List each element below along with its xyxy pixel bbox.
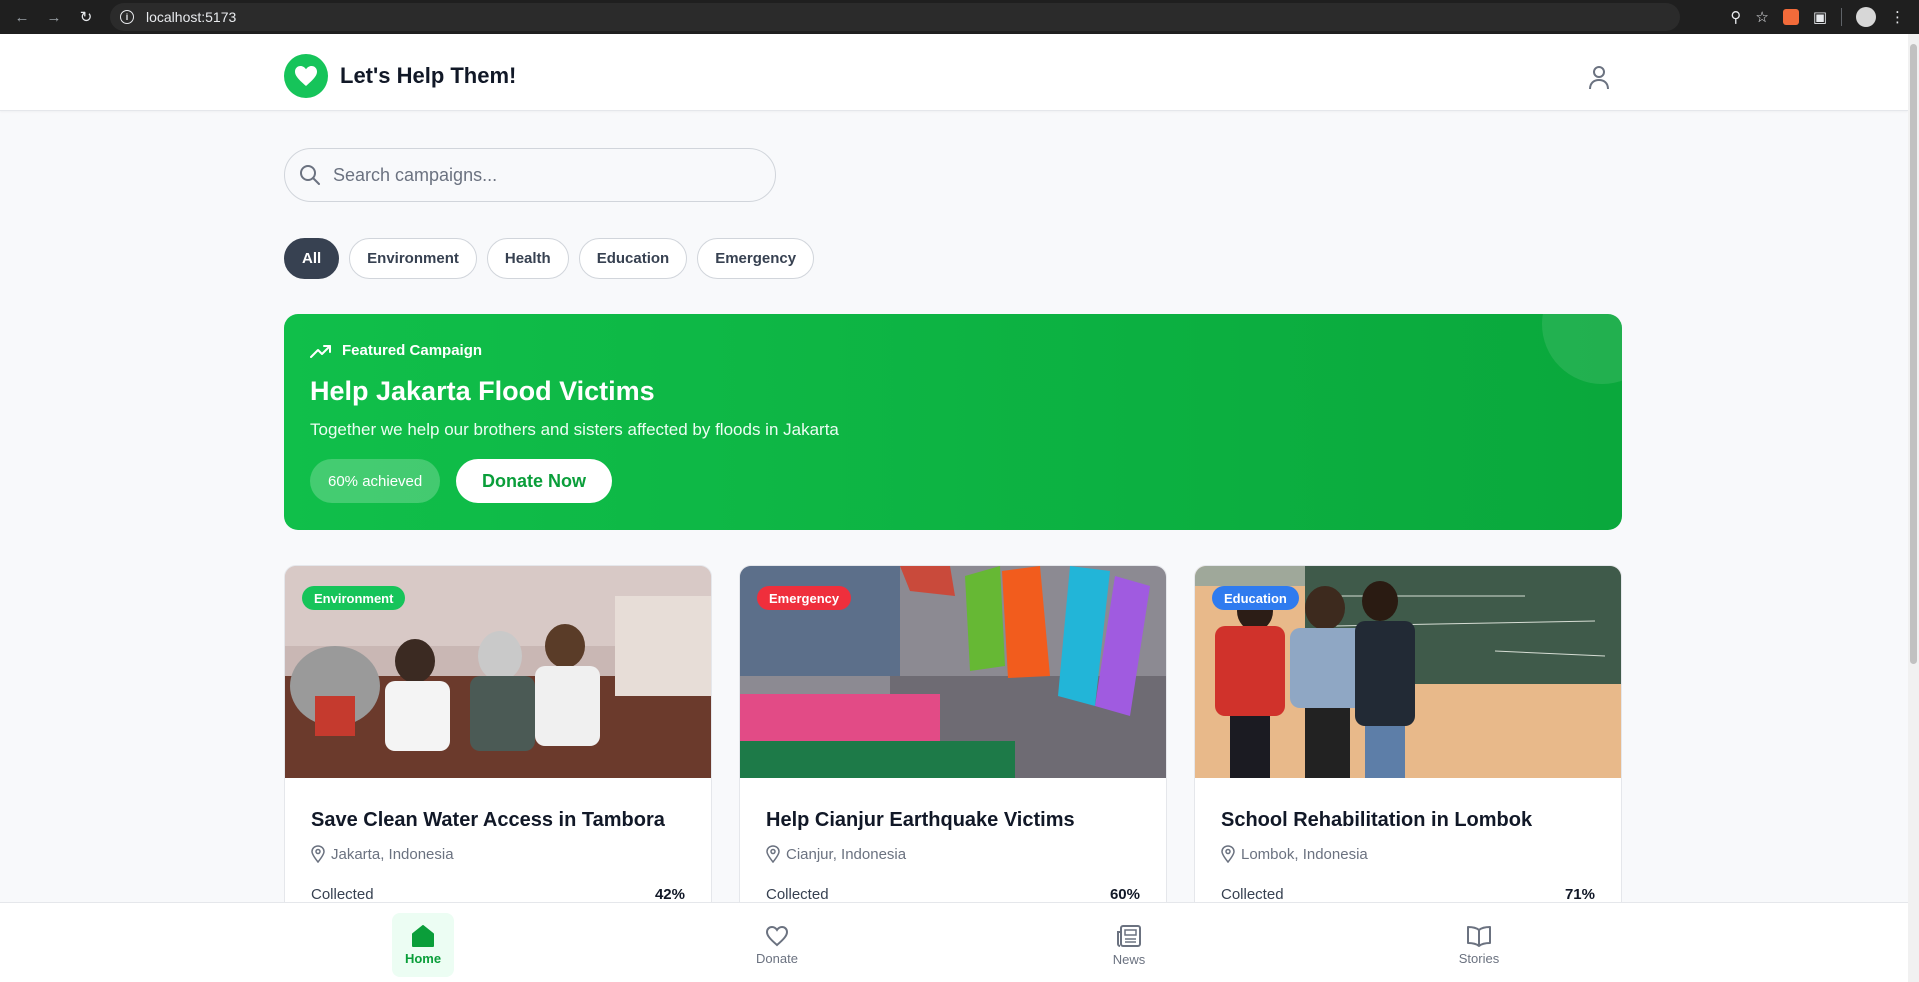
donate-now-button[interactable]: Donate Now bbox=[456, 459, 613, 503]
filter-chip-emergency[interactable]: Emergency bbox=[697, 238, 815, 279]
campaign-title: Help Cianjur Earthquake Victims bbox=[766, 809, 1075, 831]
nav-item-donate[interactable]: Donate bbox=[746, 913, 808, 977]
featured-description: Together we help our brothers and sister… bbox=[310, 420, 839, 439]
toolbar-divider bbox=[1841, 8, 1842, 26]
nav-label-news: News bbox=[1112, 951, 1146, 967]
campaign-image: Emergency bbox=[740, 566, 1166, 778]
featured-label: Featured Campaign bbox=[310, 342, 482, 359]
featured-label-text: Featured Campaign bbox=[342, 342, 483, 359]
featured-campaign-banner: Featured Campaign Help Jakarta Flood Vic… bbox=[284, 314, 1622, 530]
featured-progress-badge: 60% achieved bbox=[310, 459, 441, 503]
bottom-navigation: Home Donate News Stories bbox=[0, 902, 1908, 982]
heart-icon bbox=[765, 925, 789, 946]
heart-logo-icon bbox=[284, 54, 328, 98]
url-text: localhost:5173 bbox=[146, 9, 237, 25]
map-pin-icon bbox=[1221, 845, 1235, 863]
category-badge: Environment bbox=[302, 586, 406, 610]
bookmark-star-icon[interactable]: ☆ bbox=[1755, 8, 1768, 26]
campaign-image: Education bbox=[1195, 566, 1621, 778]
nav-label-donate: Donate bbox=[756, 950, 798, 966]
campaign-location: Jakarta, Indonesia bbox=[311, 845, 454, 863]
book-open-icon bbox=[1467, 925, 1491, 947]
menu-kebab-icon[interactable]: ⋮ bbox=[1890, 8, 1905, 26]
profile-avatar[interactable] bbox=[1856, 7, 1876, 27]
campaign-image: Environment bbox=[285, 566, 711, 778]
trending-up-icon bbox=[310, 344, 331, 358]
extension-icon[interactable] bbox=[1782, 9, 1799, 25]
brand-title: Let's Help Them! bbox=[340, 63, 517, 88]
location-text: Cianjur, Indonesia bbox=[786, 845, 907, 863]
collected-label: Collected bbox=[766, 886, 829, 903]
address-bar[interactable]: i localhost:5173 bbox=[110, 3, 1680, 31]
collected-percent: 71% bbox=[1564, 886, 1595, 903]
category-badge: Emergency bbox=[757, 586, 852, 610]
collected-label: Collected bbox=[311, 886, 374, 903]
campaign-title: School Rehabilitation in Lombok bbox=[1221, 809, 1533, 831]
search-box bbox=[284, 148, 776, 202]
browser-toolbar: ← → ↻ i localhost:5173 ⚲ ☆ ▣ ⋮ bbox=[0, 0, 1919, 34]
nav-item-stories[interactable]: Stories bbox=[1448, 913, 1510, 977]
category-badge: Education bbox=[1212, 586, 1299, 610]
collected-percent: 42% bbox=[654, 886, 685, 903]
filter-chip-all[interactable]: All bbox=[284, 238, 340, 279]
newspaper-icon bbox=[1117, 924, 1141, 947]
location-text: Jakarta, Indonesia bbox=[331, 845, 454, 863]
campaign-title: Save Clean Water Access in Tambora bbox=[311, 809, 665, 831]
home-icon bbox=[412, 924, 434, 947]
filter-chip-health[interactable]: Health bbox=[486, 238, 569, 279]
nav-label-home: Home bbox=[404, 950, 442, 966]
filter-chip-education[interactable]: Education bbox=[578, 238, 688, 279]
forward-icon[interactable]: → bbox=[44, 7, 64, 27]
campaign-location: Lombok, Indonesia bbox=[1221, 845, 1368, 863]
nav-label-stories: Stories bbox=[1458, 950, 1500, 966]
app-header: Let's Help Them! bbox=[0, 34, 1908, 111]
map-pin-icon bbox=[311, 845, 325, 863]
user-icon bbox=[1589, 66, 1609, 90]
user-profile-button[interactable] bbox=[1584, 62, 1614, 92]
zoom-icon[interactable]: ⚲ bbox=[1730, 8, 1741, 26]
scrollbar-thumb[interactable] bbox=[1910, 44, 1917, 664]
campaign-location: Cianjur, Indonesia bbox=[766, 845, 906, 863]
brand[interactable]: Let's Help Them! bbox=[284, 54, 516, 98]
nav-item-news[interactable]: News bbox=[1098, 913, 1160, 977]
back-icon[interactable]: ← bbox=[12, 7, 32, 27]
collected-percent: 60% bbox=[1109, 886, 1140, 903]
site-info-icon[interactable]: i bbox=[120, 10, 134, 24]
extensions-puzzle-icon[interactable]: ▣ bbox=[1813, 8, 1827, 26]
collected-label: Collected bbox=[1221, 886, 1284, 903]
search-icon bbox=[300, 165, 320, 185]
reload-icon[interactable]: ↻ bbox=[76, 7, 96, 27]
search-input[interactable] bbox=[333, 164, 753, 186]
featured-title: Help Jakarta Flood Victims bbox=[310, 376, 655, 406]
filter-chip-environment[interactable]: Environment bbox=[349, 238, 477, 279]
nav-item-home[interactable]: Home bbox=[392, 913, 454, 977]
location-text: Lombok, Indonesia bbox=[1241, 845, 1368, 863]
page-scrollbar[interactable] bbox=[1908, 34, 1919, 982]
category-filters: All Environment Health Education Emergen… bbox=[284, 238, 815, 279]
decorative-circle bbox=[1542, 314, 1622, 384]
map-pin-icon bbox=[766, 845, 780, 863]
